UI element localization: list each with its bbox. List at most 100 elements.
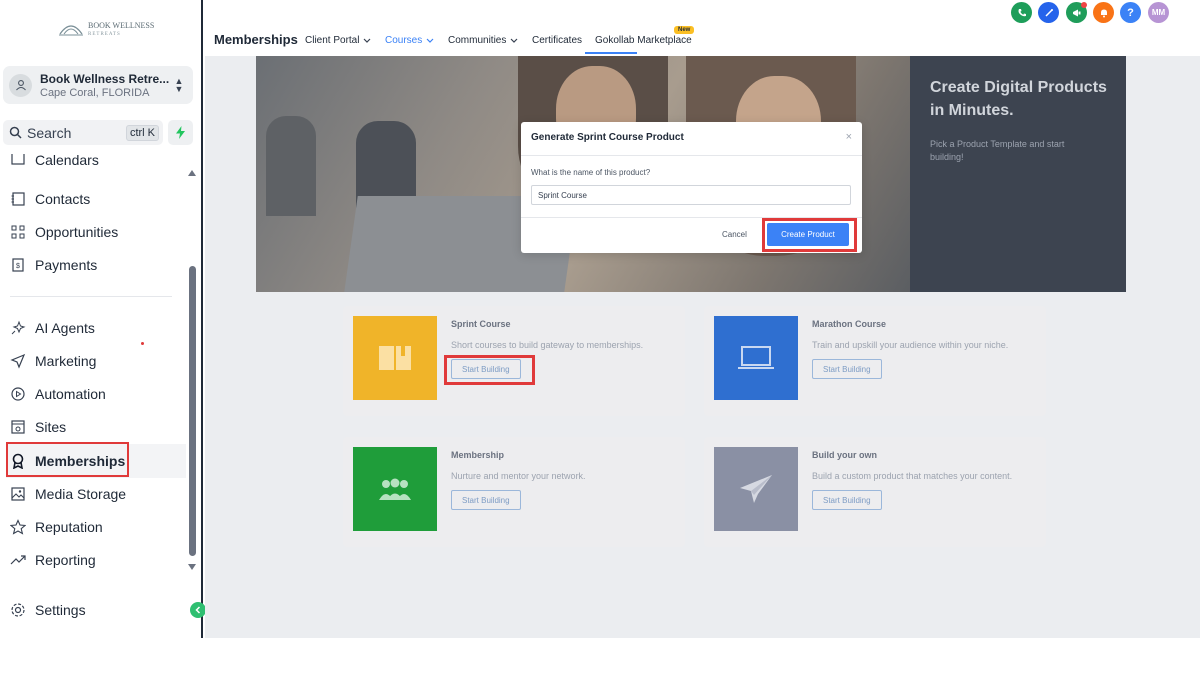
sidebar-item-label: AI Agents [35, 320, 95, 336]
sidebar-item-memberships[interactable]: Memberships [6, 444, 186, 478]
phone-button[interactable] [1011, 2, 1032, 23]
automation-icon [8, 384, 28, 404]
location-switcher[interactable]: Book Wellness Retre... Cape Coral, FLORI… [3, 66, 193, 104]
generate-product-modal: Generate Sprint Course Product × What is… [521, 122, 862, 253]
product-name-label: What is the name of this product? [531, 168, 651, 177]
chevron-down-icon [364, 38, 371, 43]
logo-text: BOOK WELLNESS RETREATS [88, 21, 154, 39]
logo-icon [59, 25, 83, 36]
notifications-button[interactable] [1093, 2, 1114, 23]
sidebar-item-label: Media Storage [35, 486, 127, 502]
active-tab-indicator [585, 52, 637, 54]
magic-wand-icon [1044, 8, 1053, 17]
sidebar-item-settings[interactable]: Settings [8, 598, 86, 622]
create-product-button[interactable]: Create Product [767, 223, 849, 246]
sidebar-item-contacts[interactable]: Contacts [8, 187, 90, 211]
book-icon [379, 346, 411, 370]
paper-plane-icon [740, 475, 772, 503]
close-icon[interactable]: × [846, 131, 852, 143]
search-label: Search [27, 124, 72, 141]
search-icon [9, 126, 22, 139]
start-building-button[interactable]: Start Building [451, 359, 521, 379]
avatar-initials: MM [1151, 8, 1166, 17]
nav-divider [10, 296, 172, 297]
sidebar-item-label: Contacts [35, 191, 91, 207]
card-description: Nurture and mentor your network. [451, 471, 586, 481]
card-title: Sprint Course [451, 319, 511, 329]
trending-up-icon [8, 550, 28, 570]
card-description: Build a custom product that matches your… [812, 471, 1013, 481]
sidebar-item-reporting[interactable]: Reporting [8, 548, 96, 572]
laptop-icon [738, 346, 774, 369]
tab-label: Certificates [532, 35, 583, 46]
modal-divider [521, 155, 862, 156]
logo-line2: RETREATS [88, 32, 121, 37]
chevron-left-icon [195, 606, 201, 614]
tab-client-portal[interactable]: Client Portal [305, 35, 371, 46]
chevron-down-icon [426, 38, 434, 43]
location-avatar-icon [9, 73, 32, 97]
group-icon [379, 478, 411, 500]
sidebar-item-marketing[interactable]: Marketing [8, 349, 96, 373]
scrollbar-thumb[interactable] [189, 266, 196, 556]
sidebar-item-sites[interactable]: Sites [8, 415, 66, 439]
calendar-icon [8, 154, 28, 168]
sidebar-item-payments[interactable]: $ Payments [8, 253, 97, 277]
settings-label: Settings [35, 602, 86, 618]
scroll-up-arrow-icon[interactable] [188, 170, 196, 176]
sidebar-item-label: Automation [35, 386, 106, 402]
sprint-course-thumbnail [353, 316, 437, 400]
sidebar-item-media-storage[interactable]: Media Storage [8, 482, 126, 506]
membership-thumbnail [353, 447, 437, 531]
quick-actions-button[interactable] [168, 120, 193, 145]
start-building-button[interactable]: Start Building [451, 490, 521, 510]
tab-label: Communities [448, 35, 507, 46]
location-name: Book Wellness Retre... [40, 71, 170, 86]
modal-footer-divider [521, 217, 862, 218]
svg-text:$: $ [16, 263, 20, 270]
megaphone-icon [1072, 9, 1080, 16]
announcements-button[interactable] [1066, 2, 1087, 23]
sparkle-icon [8, 318, 28, 338]
marathon-course-thumbnail [714, 316, 798, 400]
start-building-button[interactable]: Start Building [812, 359, 882, 379]
card-description: Short courses to build gateway to member… [451, 340, 644, 350]
tab-certificates[interactable]: Certificates [532, 35, 582, 46]
tab-courses[interactable]: Courses [385, 35, 434, 46]
search-shortcut: ctrl K [125, 124, 159, 141]
help-button[interactable]: ? [1120, 2, 1141, 23]
image-icon [8, 484, 28, 504]
build-your-own-thumbnail [714, 447, 798, 531]
cancel-button[interactable]: Cancel [722, 230, 747, 239]
chevron-down-icon [510, 38, 518, 43]
magic-wand-button[interactable] [1038, 2, 1059, 23]
sidebar-item-label: Marketing [35, 353, 97, 369]
company-logo[interactable]: BOOK WELLNESS RETREATS [58, 20, 154, 40]
phone-icon [1018, 8, 1026, 16]
product-name-input[interactable] [531, 185, 851, 205]
star-icon [8, 517, 28, 537]
sidebar-item-reputation[interactable]: Reputation [8, 515, 103, 539]
card-title: Marathon Course [812, 319, 887, 329]
hero-title: Create Digital Products in Minutes. [930, 79, 1107, 119]
sidebar-item-calendars[interactable]: Calendars [8, 154, 99, 168]
award-icon [8, 451, 28, 471]
new-badge: New [674, 26, 695, 34]
notification-dot [141, 342, 144, 345]
sidebar-item-label: Sites [35, 419, 67, 435]
user-avatar[interactable]: MM [1148, 2, 1169, 23]
card-title: Membership [451, 450, 505, 460]
sidebar-item-ai-agents[interactable]: AI Agents [8, 316, 95, 340]
sidebar-scrollbar[interactable] [188, 168, 198, 578]
start-building-button[interactable]: Start Building [812, 490, 882, 510]
tab-communities[interactable]: Communities [448, 35, 518, 46]
opportunities-icon [8, 222, 28, 242]
sidebar-item-opportunities[interactable]: Opportunities [8, 220, 118, 244]
sidebar-item-label: Calendars [35, 154, 99, 168]
collapse-sidebar-button[interactable] [190, 602, 206, 618]
tab-gokollab-marketplace[interactable]: Gokollab Marketplace [595, 35, 692, 46]
sidebar-item-automation[interactable]: Automation [8, 382, 106, 406]
product-card-marathon-course: Marathon Course Train and upskill your a… [704, 306, 1046, 416]
search-input[interactable]: Search ctrl K [3, 120, 163, 145]
scroll-down-arrow-icon[interactable] [188, 564, 196, 570]
